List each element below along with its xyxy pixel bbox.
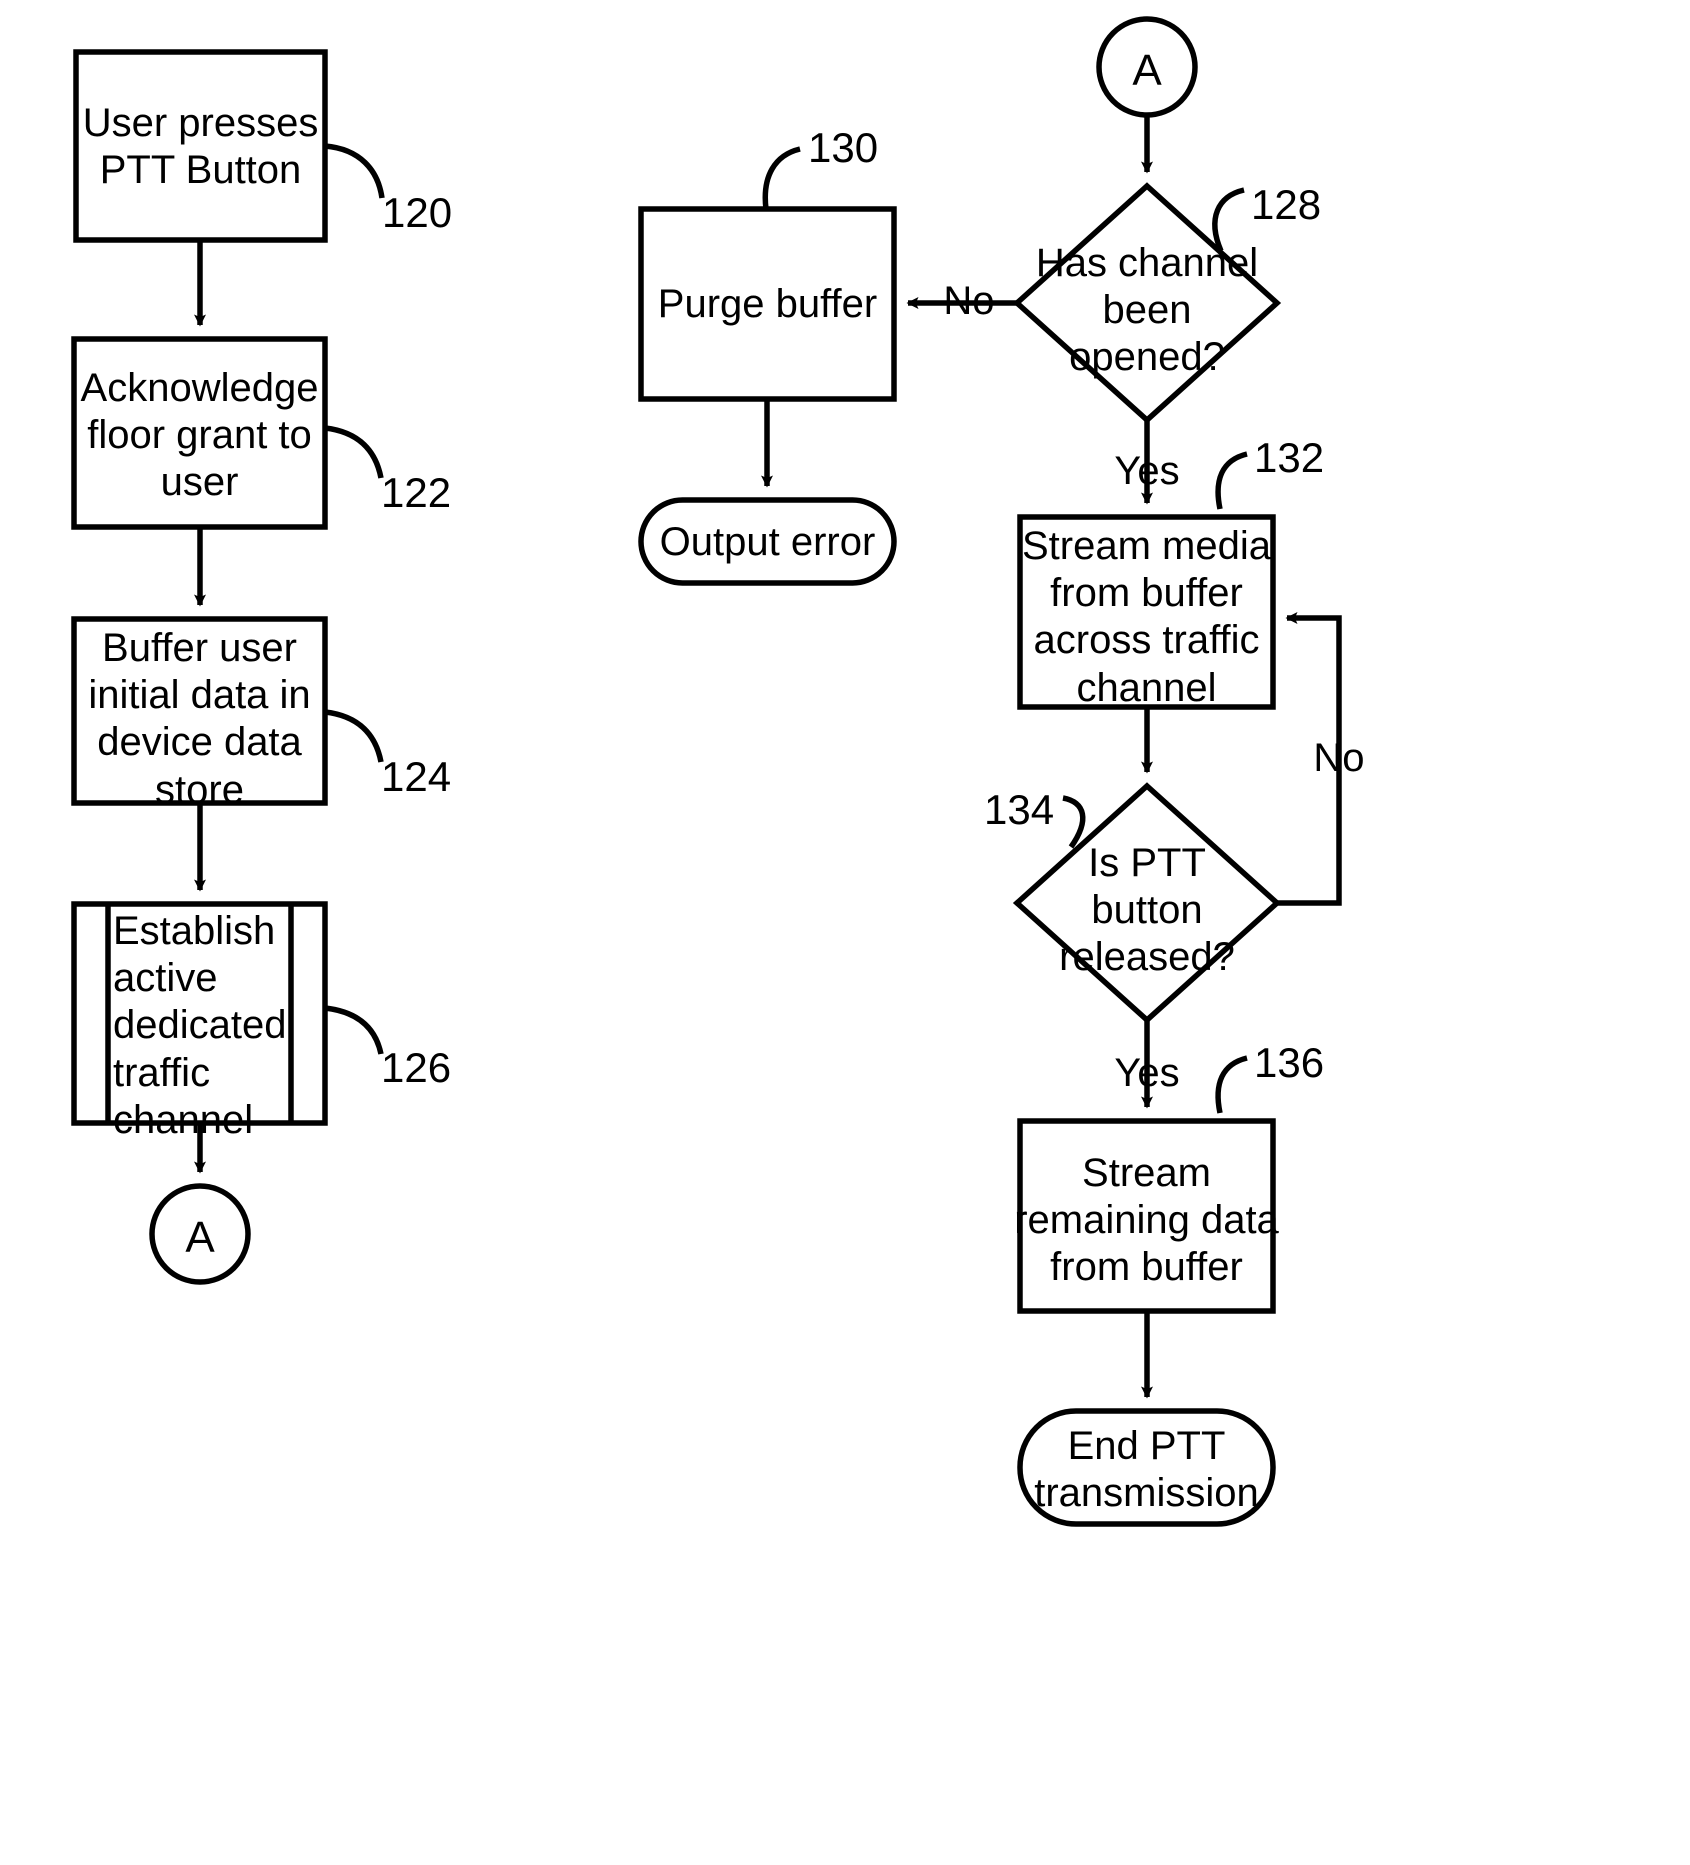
node-label-acknowledge: Acknowledge floor grant to user — [80, 366, 319, 505]
node-label-end-ptt: End PTT transmission — [1034, 1424, 1259, 1516]
node-label-establish: Establish active dedicated traffic chann… — [113, 909, 287, 1142]
ref-number-120: 120 — [382, 189, 453, 236]
edge-label-is-ptt-yes: Yes — [1114, 1051, 1180, 1095]
node-label-has-channel: Has channel been opened? — [1035, 241, 1259, 380]
leader-line-124 — [324, 709, 384, 763]
node-label-purge-buffer: Purge buffer — [657, 282, 878, 326]
ref-number-134: 134 — [984, 786, 1055, 833]
ref-number-136: 136 — [1254, 1039, 1325, 1086]
node-label-stream-media: Stream media from buffer across traffic … — [1022, 524, 1271, 710]
node-label-buffer-user: Buffer user initial data in device data … — [88, 626, 311, 812]
ref-number-130: 130 — [808, 124, 879, 171]
node-label-is-ptt-released: Is PTT button released? — [1059, 841, 1235, 980]
leader-line-130 — [762, 146, 801, 210]
node-label-stream-remaining: Stream remaining data from buffer — [1014, 1151, 1279, 1290]
flowchart-figure: User presses PTT Button Acknowledge floo… — [0, 0, 1690, 1865]
leader-line-126 — [324, 1005, 384, 1055]
ref-number-122: 122 — [381, 469, 452, 516]
edge-label-has-channel-no: No — [943, 279, 995, 323]
connector-label-a-bottom: A — [185, 1213, 215, 1262]
leader-line-122 — [324, 425, 384, 479]
ref-number-128: 128 — [1251, 181, 1322, 228]
node-label-user-presses: User presses PTT Button — [82, 101, 319, 193]
leader-line-120 — [324, 143, 385, 199]
leader-line-132 — [1215, 451, 1248, 510]
connector-label-a-top: A — [1132, 46, 1162, 95]
leader-line-136 — [1215, 1055, 1248, 1114]
ref-number-124: 124 — [381, 753, 452, 800]
edge-label-has-channel-yes: Yes — [1114, 449, 1180, 493]
edge-label-is-ptt-no: No — [1313, 736, 1365, 780]
ref-number-126: 126 — [381, 1044, 452, 1091]
node-label-output-error: Output error — [659, 520, 876, 564]
ref-number-132: 132 — [1254, 434, 1325, 481]
